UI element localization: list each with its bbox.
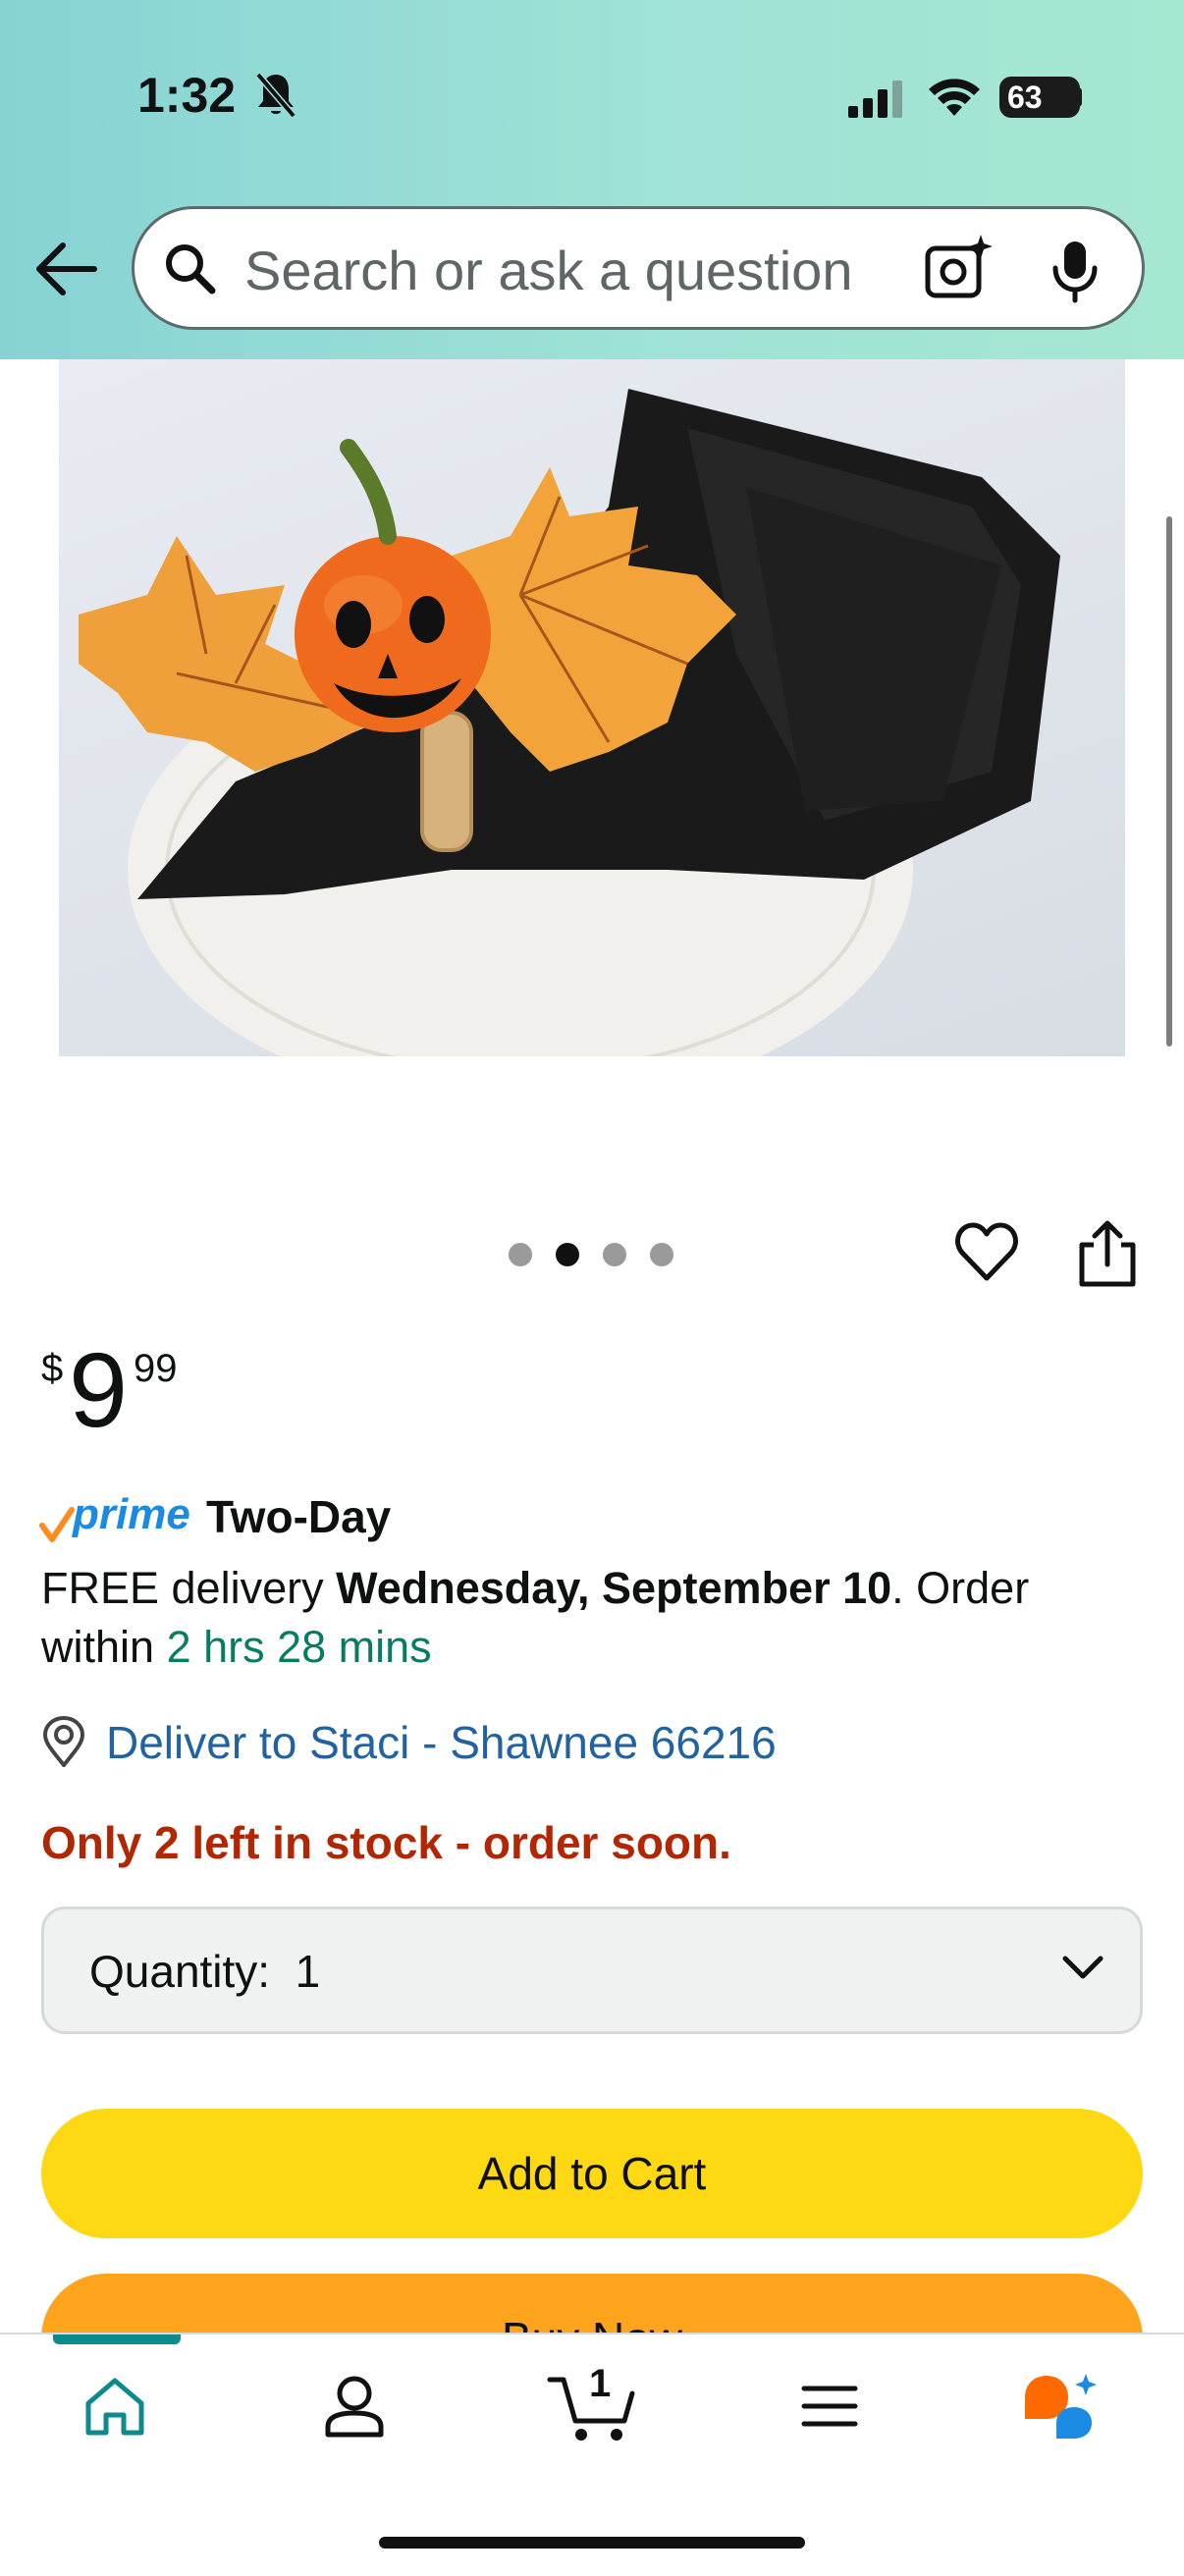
home-indicator (379, 2537, 805, 2549)
price-symbol: $ (41, 1347, 64, 1390)
carousel-dot[interactable] (603, 1243, 626, 1266)
top-header: 1:32 63 Search or ask a question (0, 0, 1184, 359)
product-image[interactable] (59, 359, 1125, 1056)
price-fraction: 99 (134, 1347, 178, 1390)
search-input[interactable]: Search or ask a question (244, 239, 852, 302)
add-to-cart-button[interactable]: Add to Cart (41, 2109, 1143, 2238)
prime-check-icon (39, 1507, 75, 1542)
delivery-countdown: 2 hrs 28 mins (166, 1622, 432, 1672)
rufus-assistant-icon[interactable] (1021, 2372, 1100, 2442)
carousel-dot[interactable] (509, 1243, 532, 1266)
prime-logo: prime (73, 1490, 190, 1538)
wifi-icon (929, 79, 980, 116)
location-pin-icon (42, 1716, 85, 1767)
silent-bell-icon (255, 72, 296, 119)
heart-icon[interactable] (954, 1221, 1019, 1282)
microphone-icon[interactable] (1048, 239, 1103, 303)
delivery-message: FREE delivery Wednesday, September 10. O… (41, 1559, 1141, 1677)
deliver-to-link[interactable]: Deliver to Staci - Shawnee 66216 (106, 1716, 777, 1769)
carousel-dot-active[interactable] (556, 1243, 579, 1266)
search-bar[interactable]: Search or ask a question (132, 206, 1145, 330)
back-arrow-icon[interactable] (33, 240, 98, 298)
cellular-signal-icon (848, 80, 902, 118)
scrollbar[interactable] (1166, 516, 1172, 1046)
battery-indicator: 63 (999, 77, 1080, 118)
home-icon[interactable] (82, 2376, 147, 2437)
prime-speed: Two-Day (206, 1491, 392, 1542)
share-icon[interactable] (1076, 1219, 1139, 1288)
cart-count-badge: 1 (589, 2362, 612, 2405)
carousel-dot[interactable] (650, 1243, 673, 1266)
menu-icon[interactable] (801, 2384, 858, 2429)
quantity-label: Quantity: 1 (89, 1946, 321, 1997)
nav-active-indicator (53, 2334, 181, 2344)
halloween-napkin-ring-photo (79, 389, 1060, 1056)
quantity-selector[interactable]: Quantity: 1 (41, 1906, 1143, 2034)
status-time: 1:32 (137, 68, 237, 123)
chevron-down-icon (1062, 1956, 1103, 1979)
price-whole: 9 (69, 1330, 129, 1449)
search-icon (166, 244, 216, 295)
delivery-date: Wednesday, September 10 (336, 1563, 892, 1613)
account-icon[interactable] (324, 2374, 385, 2439)
camera-search-icon[interactable] (924, 233, 995, 301)
battery-cap (1076, 87, 1082, 107)
delivery-prefix: FREE delivery (41, 1563, 337, 1613)
stock-warning: Only 2 left in stock - order soon. (41, 1817, 731, 1868)
